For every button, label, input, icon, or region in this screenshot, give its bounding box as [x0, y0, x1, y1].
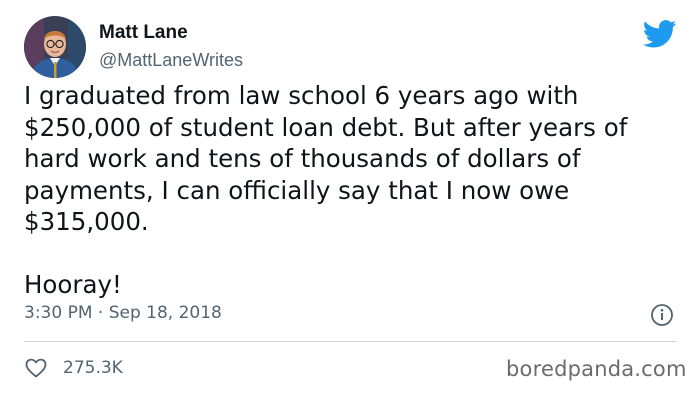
- tweet-text: I graduated from law school 6 years ago …: [24, 80, 674, 301]
- author-name[interactable]: Matt Lane: [99, 22, 188, 44]
- twitter-bird-icon: [643, 20, 677, 48]
- author-handle[interactable]: @MattLaneWrites: [99, 50, 243, 71]
- divider: [24, 341, 677, 342]
- tweet-timestamp[interactable]: 3:30 PM · Sep 18, 2018: [24, 303, 222, 323]
- like-button[interactable]: 275.3K: [24, 354, 123, 382]
- like-count: 275.3K: [63, 358, 123, 378]
- tweet-paragraph: I graduated from law school 6 years ago …: [24, 81, 628, 236]
- tweet-card: Matt Lane @MattLaneWrites I graduated fr…: [0, 0, 700, 395]
- watermark: boredpanda.com: [506, 357, 687, 381]
- avatar[interactable]: [24, 16, 86, 78]
- heart-icon: [25, 358, 47, 378]
- tweet-paragraph: Hooray!: [24, 270, 122, 299]
- info-icon[interactable]: [650, 303, 674, 327]
